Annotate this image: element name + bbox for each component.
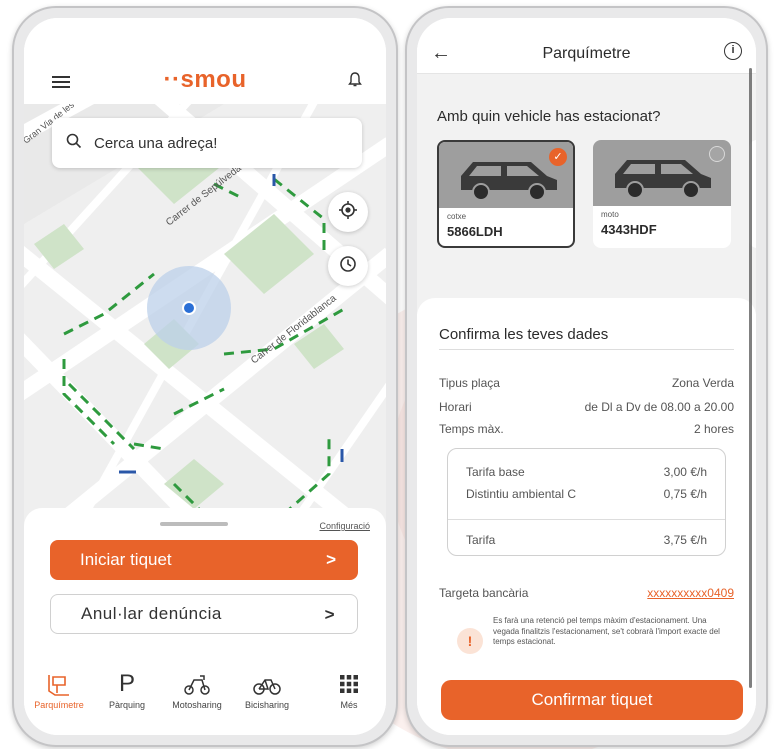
- start-ticket-button[interactable]: Iniciar tiquet >: [50, 540, 358, 580]
- divider: [439, 349, 734, 350]
- crosshair-icon: [338, 200, 358, 225]
- tariff-label: Tarifa: [466, 533, 496, 547]
- tab-parquimetre[interactable]: Parquímetre: [24, 668, 94, 710]
- detail-value: Zona Verda: [671, 376, 734, 390]
- vehicle-type: moto: [601, 210, 619, 219]
- detail-value: 2 hores: [693, 422, 734, 436]
- detail-row-place-type: Tipus plaça Zona Verda: [439, 376, 734, 390]
- tab-label: Parquímetre: [34, 700, 84, 710]
- tariff-row-total: Tarifa 3,75 €/h: [466, 533, 707, 547]
- vehicle-image: ✓: [439, 142, 573, 208]
- detail-row-max-time: Temps màx. 2 hores: [439, 422, 734, 436]
- tariff-value: 0,75 €/h: [663, 487, 707, 501]
- tab-label: Més: [340, 700, 358, 710]
- exclamation-icon: !: [457, 628, 483, 654]
- smou-logo: ··smou: [163, 66, 247, 93]
- parking-meter-icon: [24, 668, 94, 700]
- start-ticket-label: Iniciar tiquet: [80, 550, 172, 569]
- tariff-value: 3,75 €/h: [663, 533, 707, 547]
- scrollbar[interactable]: [749, 68, 752, 688]
- app-header: ··smou: [24, 18, 386, 104]
- payment-card-link[interactable]: xxxxxxxxxx0409: [647, 586, 734, 600]
- tab-motosharing[interactable]: Motosharing: [162, 668, 232, 710]
- tariff-label: Tarifa base: [466, 465, 525, 479]
- vehicle-image: [593, 140, 731, 206]
- detail-label: Temps màx.: [439, 422, 504, 436]
- payment-card-row: Targeta bancària xxxxxxxxxx0409: [439, 586, 734, 600]
- info-icon[interactable]: i: [724, 42, 742, 60]
- screen-header: ← Parquímetre i: [417, 18, 756, 74]
- parquimetre-screen: ← Parquímetre i Amb quin vehicle has est…: [417, 18, 756, 735]
- vehicle-selection-area: Amb quin vehicle has estacionat? ✓ cotxe…: [417, 74, 756, 314]
- locate-me-button[interactable]: [328, 192, 368, 232]
- tab-parquing[interactable]: P Pàrquing: [92, 668, 162, 710]
- detail-value: de Dl a Dv de 08.00 a 20.00: [584, 400, 734, 414]
- vehicle-question: Amb quin vehicle has estacionat?: [437, 108, 661, 125]
- tariff-value: 3,00 €/h: [663, 465, 707, 479]
- vehicle-type: cotxe: [447, 212, 467, 221]
- tariff-box: Tarifa base 3,00 €/h Distintiu ambiental…: [447, 448, 726, 556]
- search-input[interactable]: Cerca una adreça!: [94, 135, 217, 152]
- bottom-sheet: Configuració Iniciar tiquet > Anul·lar d…: [24, 508, 386, 658]
- tariff-label: Distintiu ambiental C: [466, 487, 577, 501]
- search-icon: [66, 133, 82, 153]
- detail-row-schedule: Horari de Dl a Dv de 08.00 a 20.00: [439, 400, 734, 414]
- chevron-right-icon: >: [324, 605, 335, 624]
- settings-link[interactable]: Configuració: [319, 521, 370, 531]
- tab-mes[interactable]: Més: [314, 668, 384, 710]
- parking-p-icon: P: [118, 670, 135, 697]
- warning-text: Es farà una retenció pel temps màxim d'e…: [493, 616, 720, 646]
- clock-icon: [339, 255, 357, 278]
- tariff-row-env-badge: Distintiu ambiental C 0,75 €/h: [466, 487, 707, 501]
- detail-label: Horari: [439, 400, 472, 414]
- selected-check-icon: ✓: [549, 148, 567, 166]
- tariff-row-base: Tarifa base 3,00 €/h: [466, 465, 707, 479]
- search-bar[interactable]: Cerca una adreça!: [52, 118, 362, 168]
- detail-label: Tipus plaça: [439, 376, 500, 390]
- scooter-icon: [162, 668, 232, 700]
- tab-bicisharing[interactable]: Bicisharing: [232, 668, 302, 710]
- map-canvas: Carrer de Sepúlveda Carrer de Floridabla…: [24, 104, 386, 552]
- cancel-fine-button[interactable]: Anul·lar denúncia >: [50, 594, 358, 634]
- user-location-dot: [182, 301, 196, 315]
- vehicle-card-moto[interactable]: moto 4343HDF: [593, 140, 731, 248]
- phone-frame-map: ··smou Carrer de Sepúlveda Carrer de Flo…: [12, 6, 398, 747]
- confirm-section-title: Confirma les teves dades: [439, 326, 609, 343]
- map-view[interactable]: Carrer de Sepúlveda Carrer de Floridabla…: [24, 104, 386, 552]
- bottom-tab-bar: Parquímetre P Pàrquing Motosharing Bicis…: [24, 658, 386, 735]
- bicycle-icon: [232, 668, 302, 700]
- cancel-fine-label: Anul·lar denúncia: [81, 604, 222, 623]
- phone-frame-parquimetre: ← Parquímetre i Amb quin vehicle has est…: [405, 6, 768, 747]
- page-title: Parquímetre: [542, 45, 631, 62]
- payment-card-label: Targeta bancària: [439, 586, 529, 600]
- map-screen: ··smou Carrer de Sepúlveda Carrer de Flo…: [24, 18, 386, 735]
- chevron-right-icon: >: [326, 550, 336, 569]
- vehicle-card-cotxe[interactable]: ✓ cotxe 5866LDH: [437, 140, 575, 248]
- vehicle-plate: 5866LDH: [447, 224, 503, 239]
- history-button[interactable]: [328, 246, 368, 286]
- grid-icon: [314, 668, 384, 700]
- confirm-details-panel: Confirma les teves dades Tipus plaça Zon…: [417, 298, 756, 735]
- sheet-grab-handle[interactable]: [160, 522, 228, 526]
- tab-label: Motosharing: [172, 700, 222, 710]
- confirm-ticket-button[interactable]: Confirmar tiquet: [441, 680, 743, 720]
- bell-icon[interactable]: [348, 72, 362, 93]
- tab-label: Pàrquing: [108, 700, 146, 710]
- tab-label: Bicisharing: [244, 700, 290, 710]
- vehicle-plate: 4343HDF: [601, 222, 657, 237]
- divider: [448, 519, 725, 520]
- unselected-radio-icon: [709, 146, 725, 162]
